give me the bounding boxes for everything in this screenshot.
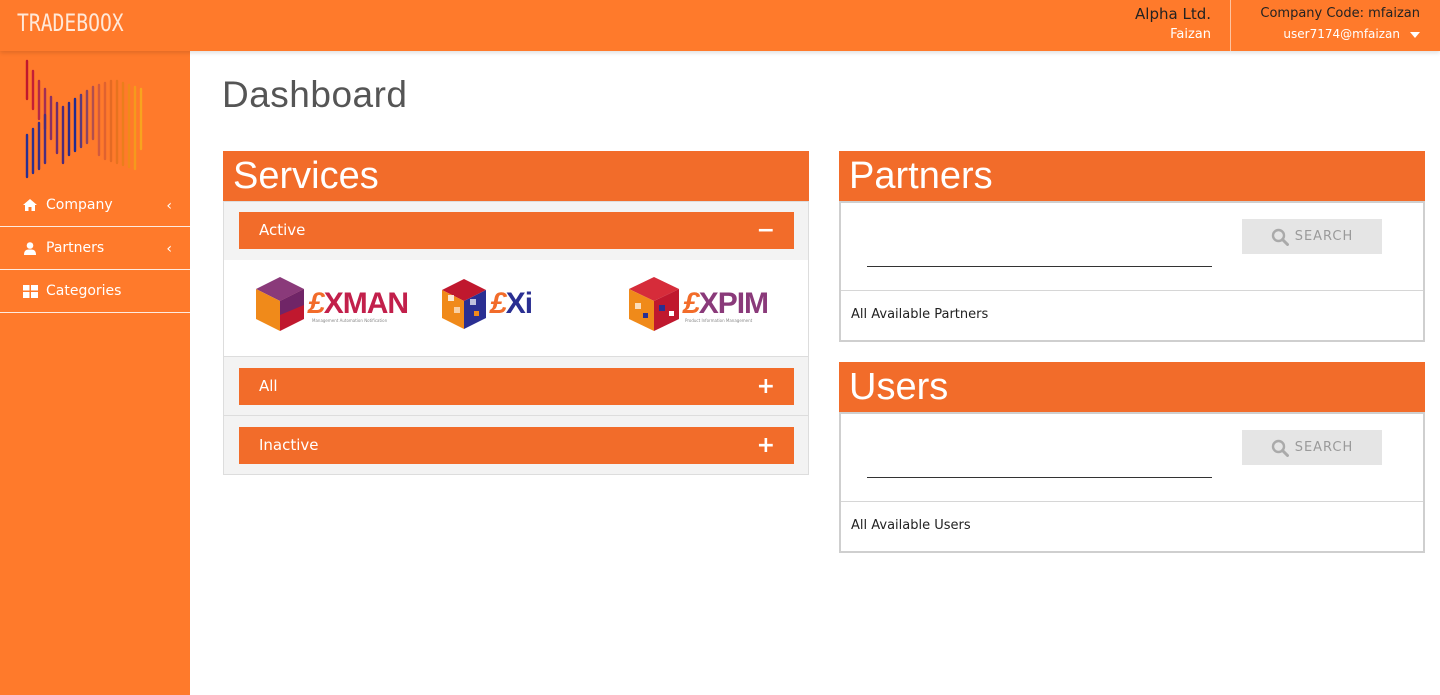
company-code: Company Code: mfaizan (1260, 6, 1420, 21)
accordion-label: All (259, 377, 278, 395)
top-navbar: TRADEBOOX Alpha Ltd. Faizan Company Code… (0, 0, 1440, 51)
caret-down-icon (1410, 31, 1420, 38)
user-icon (22, 240, 38, 256)
product-name: £XPIM (683, 287, 769, 320)
users-list-label: All Available Users (851, 518, 971, 533)
sidebar-item-label: Partners (46, 240, 105, 256)
plus-icon[interactable]: + (757, 427, 775, 464)
accordion-inactive-header[interactable]: Inactive + (239, 427, 794, 464)
product-name: £Xi (490, 287, 533, 320)
header-divider (1230, 0, 1231, 51)
partners-search-input[interactable] (867, 266, 1212, 267)
user-name: Faizan (1170, 27, 1211, 42)
org-name: Alpha Ltd. (1135, 5, 1211, 23)
accordion-active-body: £XMAN Management Automation Notification… (224, 260, 808, 357)
account-menu[interactable]: Company Code: mfaizan user7174@mfaizan (1260, 6, 1420, 41)
account-dropdown-toggle[interactable]: user7174@mfaizan (1260, 27, 1420, 41)
grid-icon (22, 283, 38, 299)
product-tagline: Management Automation Notification (312, 318, 388, 323)
user-email: user7174@mfaizan (1283, 27, 1400, 41)
accordion-label: Active (259, 221, 306, 239)
search-button-label: SEARCH (1294, 440, 1354, 455)
partners-divider (841, 290, 1423, 291)
search-icon (1271, 439, 1289, 457)
partners-panel-header: Partners (839, 151, 1425, 201)
product-name: £XMAN (308, 287, 409, 320)
minus-icon[interactable]: − (757, 212, 775, 249)
home-icon (22, 197, 38, 213)
accordion-label: Inactive (259, 436, 319, 454)
search-icon (1271, 228, 1289, 246)
product-xman[interactable]: £XMAN Management Automation Notification (254, 274, 409, 334)
sidebar-item-company[interactable]: Company ‹ (0, 184, 190, 227)
partners-list-label: All Available Partners (851, 307, 989, 322)
cube-logo-icon (629, 277, 679, 331)
sidebar-item-label: Company (46, 197, 113, 213)
services-panel-header: Services (223, 151, 809, 201)
brand-logo-text[interactable]: TRADEBOOX (17, 9, 124, 37)
product-tagline: Product Information Management (685, 318, 753, 323)
tradeboox-logo-icon (25, 59, 143, 179)
sidebar-item-label: Categories (46, 283, 122, 299)
product-xi[interactable]: £Xi (440, 274, 533, 334)
services-panel: Active − £XMAN Management Automation Not… (223, 201, 809, 475)
users-panel: SEARCH All Available Users (839, 412, 1425, 553)
plus-icon[interactable]: + (757, 368, 775, 405)
users-search-input[interactable] (867, 477, 1212, 478)
users-divider (841, 501, 1423, 502)
chevron-left-icon: ‹ (166, 241, 172, 257)
product-xpim[interactable]: £XPIM Product Information Management (627, 274, 769, 334)
accordion-active-header[interactable]: Active − (239, 212, 794, 249)
cube-logo-icon (256, 277, 304, 331)
organization-info: Alpha Ltd. Faizan (1135, 5, 1211, 42)
sidebar: Company ‹ Partners ‹ Categories (0, 51, 190, 695)
sidebar-item-categories[interactable]: Categories (0, 270, 190, 313)
chevron-left-icon: ‹ (166, 198, 172, 214)
users-panel-header: Users (839, 362, 1425, 412)
cube-logo-icon (442, 279, 486, 329)
sidebar-nav: Company ‹ Partners ‹ Categories (0, 184, 190, 313)
users-search-button[interactable]: SEARCH (1242, 430, 1382, 465)
accordion-divider (224, 415, 808, 416)
sidebar-item-partners[interactable]: Partners ‹ (0, 227, 190, 270)
page-title: Dashboard (222, 74, 408, 115)
partners-panel: SEARCH All Available Partners (839, 201, 1425, 342)
partners-search-button[interactable]: SEARCH (1242, 219, 1382, 254)
search-button-label: SEARCH (1294, 229, 1354, 244)
accordion-all-header[interactable]: All + (239, 368, 794, 405)
